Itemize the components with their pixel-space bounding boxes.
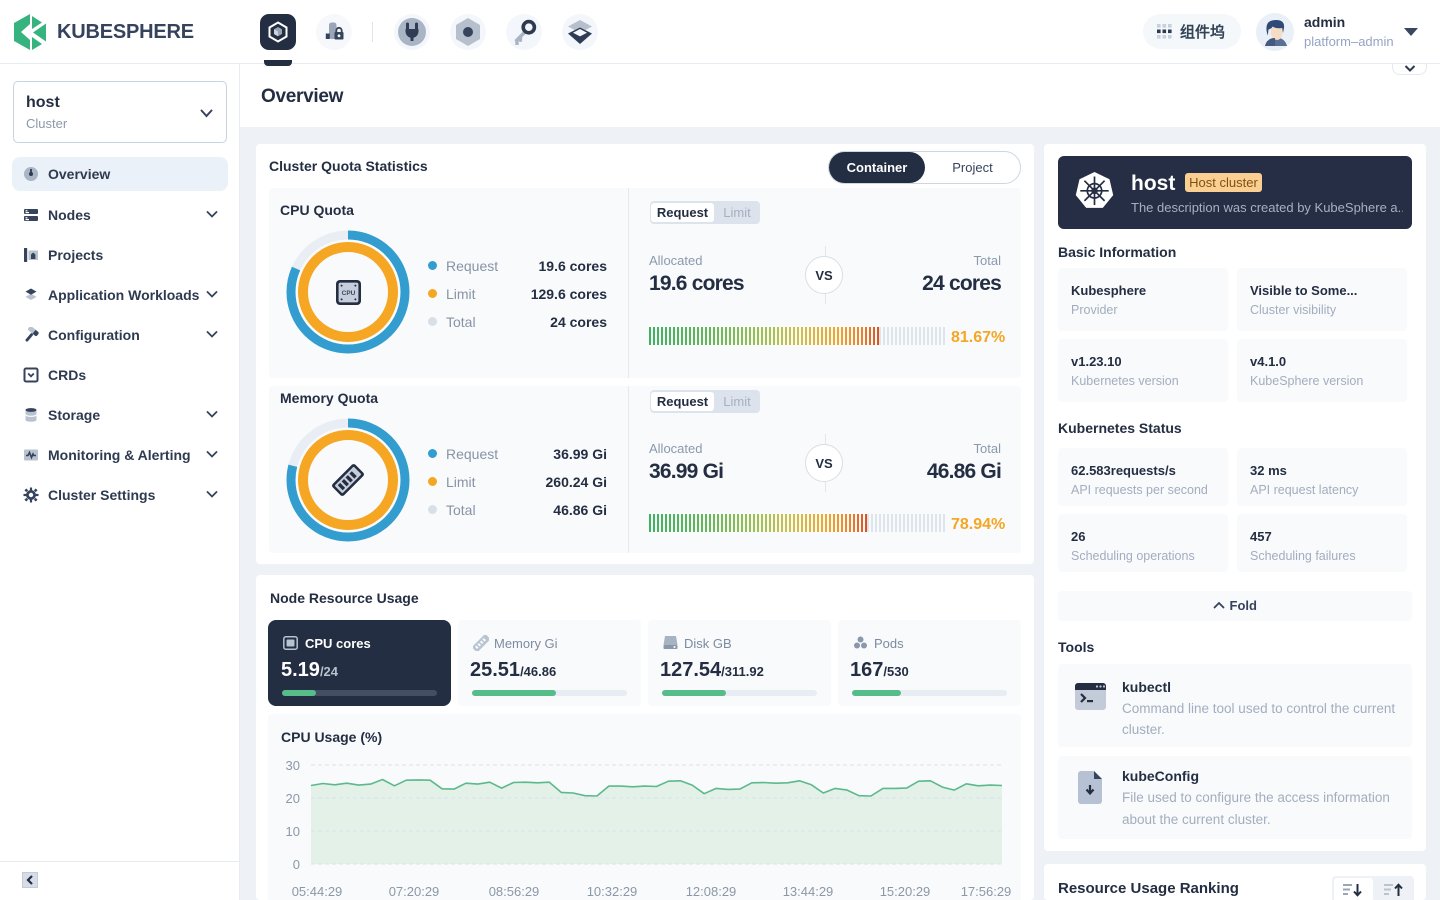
svg-text:CPU: CPU <box>342 290 356 297</box>
